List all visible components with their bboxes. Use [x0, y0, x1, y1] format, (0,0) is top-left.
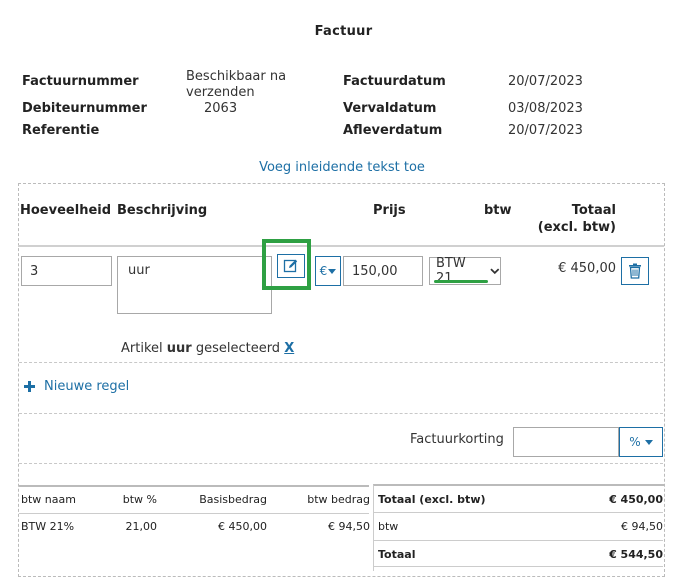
- article-suffix: geselecteerd: [191, 341, 285, 356]
- currency-dropdown[interactable]: €: [315, 256, 341, 286]
- factuurnummer-value-line1: Beschikbaar na: [186, 69, 287, 84]
- vervaldatum-value: 03/08/2023: [508, 101, 583, 116]
- trash-icon: [629, 263, 641, 279]
- afleverdatum-value: 20/07/2023: [508, 123, 583, 138]
- discount-label: Factuurkorting: [410, 432, 504, 447]
- article-prefix: Artikel: [121, 341, 167, 356]
- factuurdatum-label: Factuurdatum: [343, 74, 446, 89]
- add-intro-text-link[interactable]: Voeg inleidende tekst toe: [0, 160, 684, 175]
- debiteurnummer-value: 2063: [204, 101, 238, 116]
- divider: [19, 463, 663, 464]
- vat-row-base: € 450,00: [218, 520, 267, 533]
- divider: [19, 362, 663, 363]
- chevron-down-icon: [644, 439, 653, 445]
- new-line-button[interactable]: Nieuwe regel: [24, 379, 129, 394]
- price-input[interactable]: [343, 256, 423, 286]
- chevron-down-icon: [490, 268, 500, 275]
- col-header-totaal-sub: (excl. btw): [537, 220, 616, 235]
- col-header-prijs: Prijs: [373, 203, 406, 218]
- factuurdatum-value: 20/07/2023: [508, 74, 583, 89]
- vervaldatum-label: Vervaldatum: [343, 101, 437, 116]
- vat-row-amount: € 94,50: [328, 520, 370, 533]
- article-name: uur: [166, 341, 192, 356]
- clear-article-link[interactable]: X: [284, 341, 294, 356]
- page-title: Factuur: [314, 24, 373, 39]
- col-header-totaal: Totaal: [571, 203, 616, 218]
- new-line-label: Nieuwe regel: [44, 379, 130, 394]
- col-header-hoeveelheid: Hoeveelheid: [20, 203, 112, 218]
- vat-row-percent: 21,00: [125, 520, 158, 533]
- vat-summary-divider: [19, 513, 369, 514]
- discount-unit-dropdown[interactable]: %: [619, 427, 663, 457]
- debiteurnummer-label: Debiteurnummer: [22, 101, 147, 116]
- totals-bottom: [374, 566, 663, 567]
- currency-symbol: €: [319, 264, 328, 278]
- vat-col-base: Basisbedrag: [199, 493, 267, 506]
- total-btw-label: btw: [378, 520, 399, 533]
- line-total: € 450,00: [558, 261, 616, 276]
- pencil-icon: [283, 259, 298, 273]
- quantity-input[interactable]: [21, 256, 112, 286]
- grand-total-label: Totaal: [378, 548, 416, 561]
- plus-icon: [24, 381, 35, 392]
- vat-row-name: BTW 21%: [21, 520, 75, 533]
- vat-col-name: btw naam: [21, 493, 76, 506]
- chevron-down-icon: [328, 268, 337, 274]
- vat-col-amount: btw bedrag: [307, 493, 370, 506]
- vat-underline-highlight: [434, 280, 488, 283]
- factuurnummer-label: Factuurnummer: [22, 74, 139, 89]
- edit-description-button[interactable]: [277, 254, 305, 278]
- afleverdatum-label: Afleverdatum: [343, 123, 443, 138]
- description-textarea[interactable]: uur: [117, 256, 272, 314]
- col-header-beschrijving: Beschrijving: [117, 203, 208, 218]
- totals-divider: [374, 512, 663, 513]
- divider: [19, 413, 663, 414]
- total-excl-label: Totaal (excl. btw): [378, 493, 486, 506]
- discount-input[interactable]: [513, 427, 619, 457]
- delete-line-button[interactable]: [621, 257, 649, 285]
- totals-divider: [374, 540, 663, 541]
- vat-col-percent: btw %: [122, 493, 157, 506]
- article-selected-text: Artikel uur geselecteerd X: [121, 341, 294, 356]
- total-btw-value: € 94,50: [621, 520, 663, 533]
- referentie-label: Referentie: [22, 123, 100, 138]
- total-excl-value: € 450,00: [609, 493, 663, 506]
- header-divider: [18, 245, 664, 247]
- grand-total-value: € 544,50: [609, 548, 663, 561]
- vat-summary-top: [19, 485, 369, 487]
- col-header-btw: btw: [484, 203, 512, 218]
- discount-unit: %: [629, 435, 641, 449]
- factuurnummer-value-line2: verzenden: [186, 85, 255, 100]
